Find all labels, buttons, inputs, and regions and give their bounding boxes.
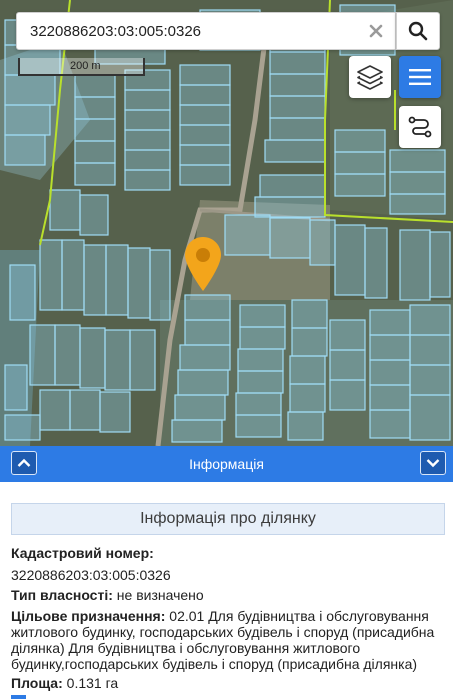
area-label: Площа: (11, 675, 63, 691)
section-title: Інформація про ділянку (11, 503, 445, 535)
map-scale: 200 m (18, 58, 145, 76)
cadastral-label: Кадастровий номер: (11, 545, 154, 561)
search-bar (16, 12, 396, 50)
purpose-label: Цільове призначення: (11, 608, 166, 624)
search-input[interactable] (30, 22, 350, 40)
chevron-down-icon (426, 459, 440, 468)
info-bar-title: Інформація (189, 456, 264, 472)
menu-button[interactable] (399, 56, 441, 98)
app-root: 200 m (0, 0, 453, 699)
ownership-label: Тип власності: (11, 587, 113, 603)
purpose-line: Цільове призначення: 02.01 Для будівницт… (11, 608, 441, 672)
ownership-line: Тип власності: не визначено (11, 587, 441, 603)
info-panel: Інформація про ділянку Кадастровий номер… (0, 482, 453, 699)
area-value: 0.131 га (66, 675, 119, 691)
scale-label: 200 m (70, 60, 101, 72)
clear-icon[interactable] (365, 20, 387, 42)
search-icon (408, 21, 428, 41)
layers-icon (357, 65, 383, 90)
route-button[interactable] (399, 106, 441, 148)
search-button[interactable] (396, 12, 440, 50)
map-view[interactable]: 200 m (0, 0, 453, 446)
ownership-value: не визначено (116, 587, 204, 603)
parcel-color-swatch (11, 695, 26, 699)
location-pin-icon[interactable] (184, 236, 222, 292)
info-bar: Інформація (0, 446, 453, 482)
menu-icon (409, 69, 431, 85)
layers-button[interactable] (349, 56, 391, 98)
area-line: Площа: 0.131 га (11, 675, 441, 691)
collapse-down-button[interactable] (420, 451, 446, 475)
cadastral-value: 3220886203:03:005:0326 (11, 567, 171, 583)
cadastral-label-line: Кадастровий номер: (11, 545, 441, 561)
route-icon (408, 116, 432, 138)
